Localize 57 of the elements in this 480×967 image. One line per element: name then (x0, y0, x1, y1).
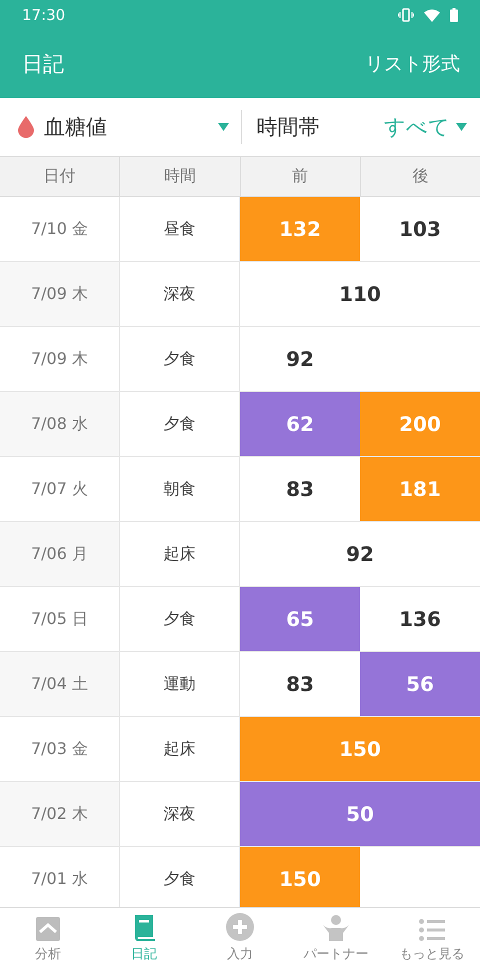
value-cell-text: 92 (285, 346, 315, 373)
date-cell: 7/09 木 (0, 262, 120, 326)
value-cell-text: 83 (285, 671, 315, 698)
wifi-icon (424, 8, 440, 22)
date-cell: 7/04 土 (0, 652, 120, 716)
time-cell: 深夜 (120, 262, 240, 326)
status-time: 17:30 (22, 6, 66, 24)
value-cell: 181 (360, 457, 480, 521)
screen-title: 日記 (22, 51, 64, 78)
tab-item[interactable]: 入力 (192, 908, 288, 967)
value-cell: 62 (240, 392, 360, 456)
column-header: 前 (240, 157, 361, 196)
date-cell: 7/07 火 (0, 457, 120, 521)
drop-icon (18, 116, 34, 138)
value-cell: 150 (240, 717, 480, 781)
time-cell: 朝食 (120, 457, 240, 521)
column-header: 日付 (0, 157, 120, 196)
date-cell: 7/03 金 (0, 717, 120, 781)
tab-item[interactable]: 日記 (96, 908, 192, 967)
value-cell: 50 (240, 782, 480, 846)
date-cell: 7/02 木 (0, 782, 120, 846)
value-cell: 200 (360, 392, 480, 456)
measure-dropdown[interactable]: 血糖値 (0, 113, 240, 141)
tab-item[interactable]: 分析 (0, 908, 96, 967)
list-format-button[interactable]: リスト形式 (361, 47, 464, 81)
tab-item[interactable]: パートナー (288, 908, 384, 967)
plus-icon (226, 913, 254, 941)
book-icon (133, 915, 155, 941)
time-cell: 夕食 (120, 327, 240, 391)
time-cell: 起床 (120, 522, 240, 586)
period-label: 時間帯 (256, 114, 320, 141)
battery-icon (450, 8, 458, 22)
column-header: 後 (411, 165, 430, 187)
value-cell-text: 136 (398, 606, 442, 633)
period-dropdown[interactable]: すべて (384, 113, 467, 141)
value-cell-text: 110 (338, 281, 382, 308)
caret-icon (456, 123, 467, 131)
value-cell: 150 (240, 847, 360, 907)
date-cell: 7/09 木 (0, 327, 120, 391)
value-cell-text: 92 (345, 541, 375, 568)
value-cell-text: 103 (398, 216, 442, 243)
column-header: 時間 (120, 157, 240, 196)
value-cell: 65 (240, 587, 360, 651)
date-cell: 7/08 水 (0, 392, 120, 456)
value-cell: 56 (360, 652, 480, 716)
date-cell: 7/05 日 (0, 587, 120, 651)
vibrate-icon (398, 8, 414, 22)
tab-item[interactable]: もっと見る (384, 908, 480, 967)
person-icon (323, 915, 349, 941)
date-cell: 7/06 月 (0, 522, 120, 586)
list-icon (419, 919, 445, 941)
chart-icon (36, 917, 60, 941)
value-cell: 132 (240, 197, 360, 261)
time-cell: 運動 (120, 652, 240, 716)
value-cell-text: 83 (285, 476, 315, 503)
date-cell: 7/10 金 (0, 197, 120, 261)
caret-icon (218, 123, 228, 131)
